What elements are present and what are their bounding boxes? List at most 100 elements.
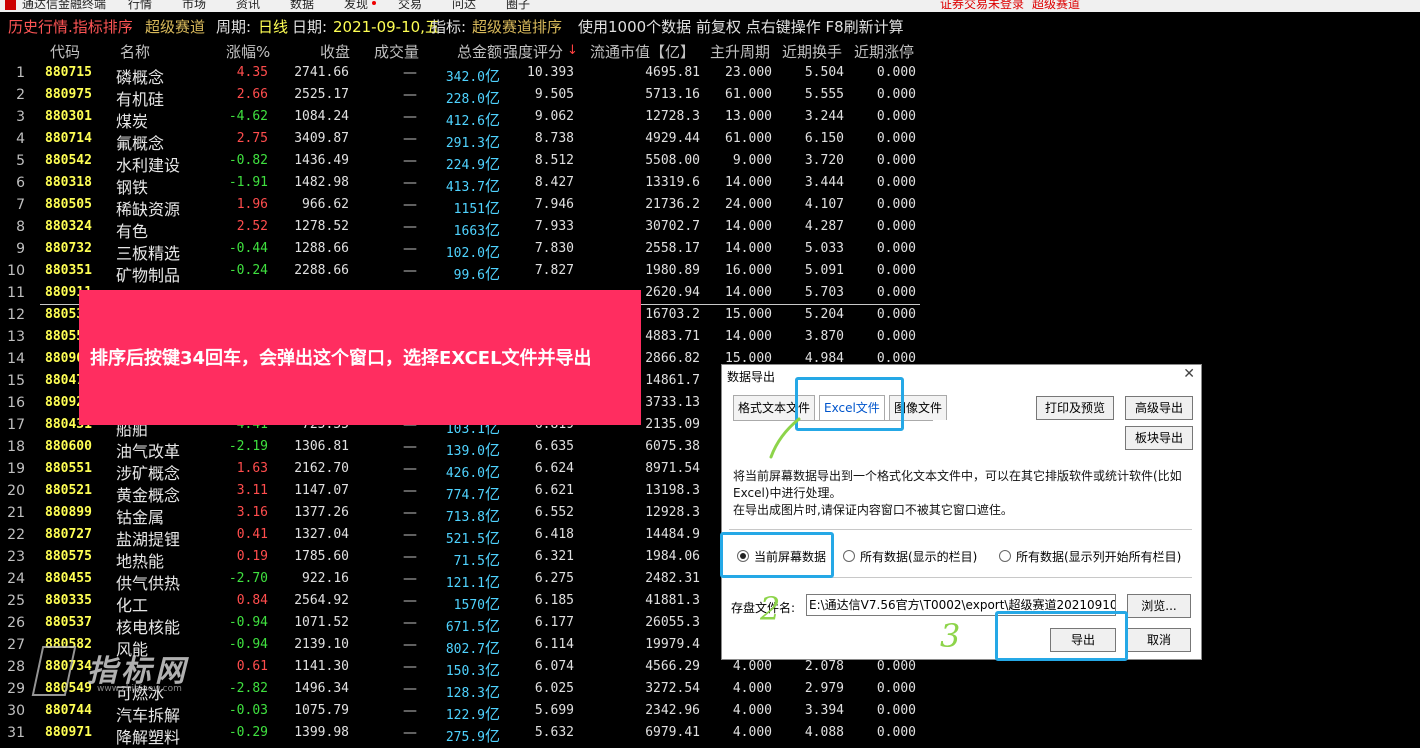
cell-mcap: 3272.54 [645,681,700,696]
table-row[interactable]: 7 880505 稀缺资源 1.96 966.62—1151亿 7.946 21736.2 2… [0,195,920,219]
header-turnover[interactable]: 近期换手 [782,41,842,62]
cell-code: 880318 [45,175,92,190]
table-row[interactable]: 30 880744 汽车拆解 -0.03 1075.79—122.9亿 5.699 2342… [0,701,920,725]
header-score[interactable]: 强度评分 [503,41,563,62]
table-row[interactable]: 31 880971 降解塑料 -0.29 1399.98 — 275.9亿 5.632 6979… [0,723,920,747]
cell-change: 2.66 [236,87,268,102]
table-row[interactable]: 4 880714 氟概念 2.75 3409.87—291.3亿 8.738 4929.44… [0,129,920,153]
radio-all-visible[interactable]: 所有数据(显示的栏目) [843,548,977,565]
step3-mark: 3 [940,617,961,655]
table-row[interactable]: 8 880324 有色 2.52 1278.52—1663亿 7.933 30702.7 14… [0,217,920,241]
menu-item-market[interactable]: 行情 [128,0,152,12]
cell-volume: — [403,637,417,653]
menu-item-data[interactable]: 数据 [290,0,314,12]
header-change[interactable]: 涨幅% [226,41,270,62]
cell-volume: — [403,109,417,125]
dialog-title: 数据导出 [727,370,776,384]
table-row[interactable]: 9 880732 三板精选 -0.44 1288.66—102.0亿 7.830 2558.… [0,239,920,263]
menu-item-markets[interactable]: 市场 [182,0,206,12]
header-mcap[interactable]: 流通市值【亿】 [590,41,695,62]
advanced-export-button[interactable]: 高级导出 [1125,396,1193,420]
cell-volume: — [403,703,417,719]
amount-value: 1151 [453,202,485,217]
table-row[interactable]: 5 880542 水利建设 -0.82 1436.49—224.9亿 8.512 5508.… [0,151,920,175]
browse-button[interactable]: 浏览... [1127,594,1191,618]
header-volume[interactable]: 成交量 [374,41,419,62]
block-export-button[interactable]: 板块导出 [1125,426,1193,450]
cell-recent: 0.000 [876,153,916,168]
menu-item-trade[interactable]: 交易 [398,0,422,12]
cell-mcap: 2135.09 [645,417,700,432]
cell-code: 880537 [45,615,92,630]
cell-change: 2.52 [236,219,268,234]
cell-score: 9.505 [534,87,574,102]
table-row[interactable]: 1 880715 磷概念 4.35 2741.66—342.0亿 10.393 4695.8… [0,63,920,87]
description-line: 将当前屏幕数据导出到一个格式化文本文件中，可以在其它排版软件或统计软件(比如Ex… [733,469,1182,500]
cell-score: 6.624 [534,461,574,476]
header-close[interactable]: 收盘 [320,41,350,62]
amount-value: 413.7 [445,180,485,195]
amount-unit: 亿 [484,463,500,481]
row-index: 5 [16,153,25,169]
table-row[interactable]: 3 880301 煤炭 -4.62 1084.24—412.6亿 9.062 12728.3… [0,107,920,131]
table-row[interactable]: 10 880351 矿物制品 -0.24 2288.66—99.6亿 7.827 1980.… [0,261,920,285]
radio-empty-icon [843,550,855,562]
cell-close: 1327.04 [294,527,349,542]
cell-mcap: 1984.06 [645,549,700,564]
cell-recent: 0.000 [876,219,916,234]
cell-close: 966.62 [302,197,349,212]
menu-item-discover[interactable]: 发现 [344,0,368,12]
cell-change: 1.63 [236,461,268,476]
cell-mcap: 26055.3 [645,615,700,630]
cell-code: 880505 [45,197,92,212]
menu-item-news[interactable]: 资讯 [236,0,260,12]
cell-change: 4.35 [236,65,268,80]
login-status[interactable]: 证券交易未登录 [940,0,1024,12]
current-sector-link[interactable]: 超级赛道 [1032,0,1080,12]
cell-mcap: 14484.9 [645,527,700,542]
cell-change: 0.19 [236,549,268,564]
period-value: 日线 [258,18,289,36]
step2-mark: 2 [760,590,781,628]
amount-value: 713.8 [445,510,485,525]
cell-mcap: 19979.4 [645,637,700,652]
period-label: 周期: [216,18,252,36]
dialog-titlebar[interactable]: 数据导出 ✕ [722,365,1201,385]
cell-close: 1436.49 [294,153,349,168]
cell-volume: — [403,615,417,631]
header-amount[interactable]: 总金额 [457,41,502,62]
cancel-button[interactable]: 取消 [1127,628,1191,652]
cell-turnover: 3.244 [804,109,844,124]
header-cycle[interactable]: 主升周期 [710,41,770,62]
close-icon[interactable]: ✕ [1183,366,1195,382]
cell-volume: — [403,659,417,675]
amount-value: 412.6 [445,114,485,129]
row-index: 28 [7,659,25,675]
header-code[interactable]: 代码 [50,41,80,62]
notification-dot [372,1,376,5]
radio-all-columns[interactable]: 所有数据(显示列开始所有栏目) [999,548,1181,565]
header-recent[interactable]: 近期涨停 [854,41,914,62]
instruction-banner: 排序后按键34回车，会弹出这个窗口，选择EXCEL文件并导出 [79,290,641,425]
app-logo-icon [5,0,16,10]
cell-volume: — [403,681,417,697]
amount-value: 71.5 [453,554,485,569]
cell-cycle: 14.000 [725,329,772,344]
print-preview-button[interactable]: 打印及预览 [1036,396,1114,420]
menu-item-ask[interactable]: 问达 [452,0,476,12]
cell-change: -4.62 [228,109,268,124]
menu-item-circle[interactable]: 圈子 [506,0,530,12]
indicator-value: 超级赛道排序 [472,18,563,36]
table-row[interactable]: 2 880975 有机硅 2.66 2525.17—228.0亿 9.505 5713.16… [0,85,920,109]
cell-amount: 275.9亿 [446,725,500,746]
step1-checkmark [769,417,801,459]
header-name[interactable]: 名称 [120,41,150,62]
table-row[interactable]: 6 880318 钢铁 -1.91 1482.98—413.7亿 8.427 13319.6… [0,173,920,197]
row-index: 26 [7,615,25,631]
cell-amount: 102.0亿 [446,241,500,262]
amount-value: 122.9 [445,708,485,723]
cell-volume: — [403,483,417,499]
amount-unit: 亿 [484,441,500,459]
cell-amount: 1570亿 [454,593,500,614]
instruction-text: 排序后按键34回车，会弹出这个窗口，选择EXCEL文件并导出 [90,348,592,369]
